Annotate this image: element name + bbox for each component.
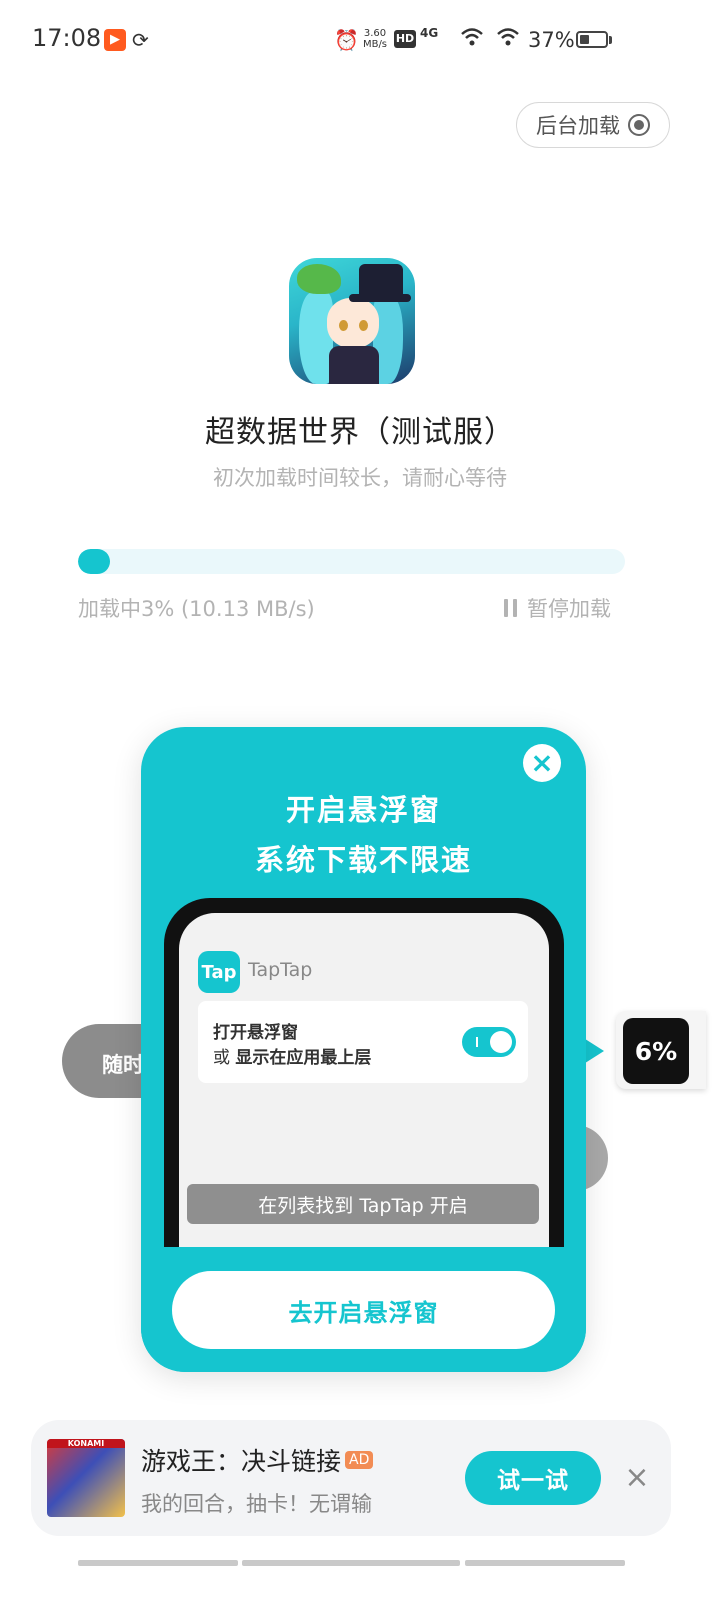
game-title: 超数据世界（测试服） [205, 415, 515, 450]
wifi-icon [460, 26, 484, 53]
instruction-hint: 在列表找到 TapTap 开启 [187, 1184, 539, 1224]
loading-progress-text: 加载中3% (10.13 MB/s) [78, 597, 315, 621]
floating-window-dialog: × 开启悬浮窗 系统下载不限速 Tap TapTap 打开悬浮窗 或 显示在应用… [141, 727, 586, 1372]
floating-percent-badge[interactable]: 6% [623, 1018, 689, 1084]
battery-percent: 37% [528, 28, 575, 52]
taptap-logo-icon: Tap [198, 951, 240, 993]
app-notification-icon: ▶ [104, 29, 126, 51]
setting-label-alt-bold: 显示在应用最上层 [235, 1048, 372, 1068]
game-subtitle: 初次加载时间较长，请耐心等待 [213, 466, 507, 490]
signal-4g-icon: 4G [420, 26, 439, 40]
setting-label-alt-prefix: 或 [213, 1048, 236, 1068]
bottom-divider-1 [78, 1560, 238, 1566]
battery-tip [609, 36, 612, 44]
background-load-button[interactable]: 后台加载 [516, 102, 670, 148]
dialog-title: 开启悬浮窗 [285, 793, 441, 827]
taptap-app-name: TapTap [248, 959, 313, 981]
ad-game-thumbnail[interactable]: KONAMI [47, 1439, 125, 1517]
ad-badge: AD [345, 1451, 374, 1469]
toggle-switch-illustration [462, 1027, 516, 1057]
ad-subtitle: 我的回合，抽卡！无谓输 [141, 1492, 372, 1516]
pause-loading-label: 暂停加载 [527, 597, 611, 621]
ad-title-row: 游戏王：决斗链接 AD [141, 1442, 374, 1478]
setting-label-alt: 或 显示在应用最上层 [213, 1043, 371, 1068]
pause-loading-button[interactable]: 暂停加载 [504, 593, 611, 623]
ad-title: 游戏王：决斗链接 [141, 1447, 342, 1476]
network-speed: 3.60 MB/s [362, 28, 388, 50]
ad-thumbnail-brand: KONAMI [47, 1439, 125, 1448]
status-time: 17:08 [32, 24, 102, 52]
loading-progress-fill [78, 549, 110, 574]
background-load-label: 后台加载 [536, 114, 620, 138]
wifi-signal-icon [496, 26, 520, 53]
setting-label: 打开悬浮窗 [213, 1023, 298, 1043]
pause-icon [504, 599, 517, 617]
close-icon[interactable]: × [523, 744, 561, 782]
bottom-divider-3 [465, 1560, 625, 1566]
target-icon [628, 114, 650, 136]
alarm-icon: ⏰ [334, 28, 359, 52]
game-icon [289, 258, 415, 384]
hd-icon: HD [394, 30, 416, 48]
background-pill-left-text: 随时 [102, 1053, 144, 1077]
bottom-divider-2 [242, 1560, 460, 1566]
enable-floating-window-button[interactable]: 去开启悬浮窗 [172, 1271, 555, 1349]
loading-progress-bar [78, 549, 625, 574]
dialog-subtitle: 系统下载不限速 [254, 843, 472, 877]
ad-try-button[interactable]: 试一试 [465, 1451, 601, 1505]
battery-icon [576, 31, 608, 48]
ad-close-icon[interactable]: × [624, 1460, 650, 1496]
sync-icon: ⟳ [132, 28, 149, 52]
